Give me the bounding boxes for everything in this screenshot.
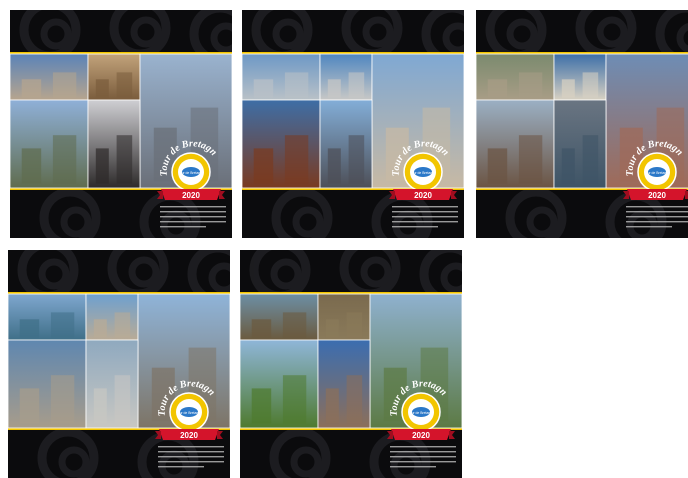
svg-text:2020: 2020 xyxy=(182,191,200,200)
svg-text:Tour de Bretagne: Tour de Bretagne xyxy=(644,171,670,175)
calendar-thumbnail-5[interactable]: Tour de BretagneTour de Bretagne2020 xyxy=(240,250,462,478)
photo xyxy=(317,339,371,429)
svg-text:2020: 2020 xyxy=(412,431,430,440)
tour-de-bretagne-badge: Tour de Bretagne xyxy=(403,152,443,192)
tour-de-bretagne-badge: Tour de Bretagne xyxy=(401,392,441,432)
year-ribbon: 2020 xyxy=(157,189,225,200)
calendar-page-graphic: Tour de BretagneTour de Bretagne2020 xyxy=(476,10,688,238)
photo xyxy=(553,99,607,189)
svg-text:2020: 2020 xyxy=(648,191,666,200)
calendar-page-graphic: Tour de BretagneTour de Bretagne2020 xyxy=(242,10,464,238)
svg-text:2020: 2020 xyxy=(414,191,432,200)
photo xyxy=(319,53,373,101)
svg-text:Tour de Bretagne: Tour de Bretagne xyxy=(176,411,202,415)
tour-de-bretagne-badge: Tour de Bretagne xyxy=(171,152,211,192)
photo xyxy=(553,53,607,101)
svg-text:Tour de Bretagne: Tour de Bretagne xyxy=(410,171,436,175)
year-ribbon: 2020 xyxy=(155,429,223,440)
calendar-page-graphic: Tour de BretagneTour de Bretagne2020 xyxy=(10,10,232,238)
svg-text:Tour de Bretagne: Tour de Bretagne xyxy=(408,411,434,415)
svg-text:2020: 2020 xyxy=(180,431,198,440)
tour-de-bretagne-badge: Tour de Bretagne xyxy=(169,392,209,432)
calendar-thumbnail-1[interactable]: Tour de BretagneTour de Bretagne2020 xyxy=(10,10,232,238)
tour-de-bretagne-badge: Tour de Bretagne xyxy=(637,152,677,192)
calendar-thumbnail-2[interactable]: Tour de BretagneTour de Bretagne2020 xyxy=(242,10,464,238)
calendar-page-graphic: Tour de BretagneTour de Bretagne2020 xyxy=(240,250,462,478)
svg-text:Tour de Bretagne: Tour de Bretagne xyxy=(178,171,204,175)
calendar-page-graphic: Tour de BretagneTour de Bretagne2020 xyxy=(8,250,230,478)
calendar-thumbnail-3[interactable]: Tour de BretagneTour de Bretagne2020 xyxy=(476,10,688,238)
year-ribbon: 2020 xyxy=(387,429,455,440)
year-ribbon: 2020 xyxy=(623,189,688,200)
photo xyxy=(317,293,371,341)
calendar-thumbnail-4[interactable]: Tour de BretagneTour de Bretagne2020 xyxy=(8,250,230,478)
year-ribbon: 2020 xyxy=(389,189,457,200)
photo xyxy=(319,99,373,189)
